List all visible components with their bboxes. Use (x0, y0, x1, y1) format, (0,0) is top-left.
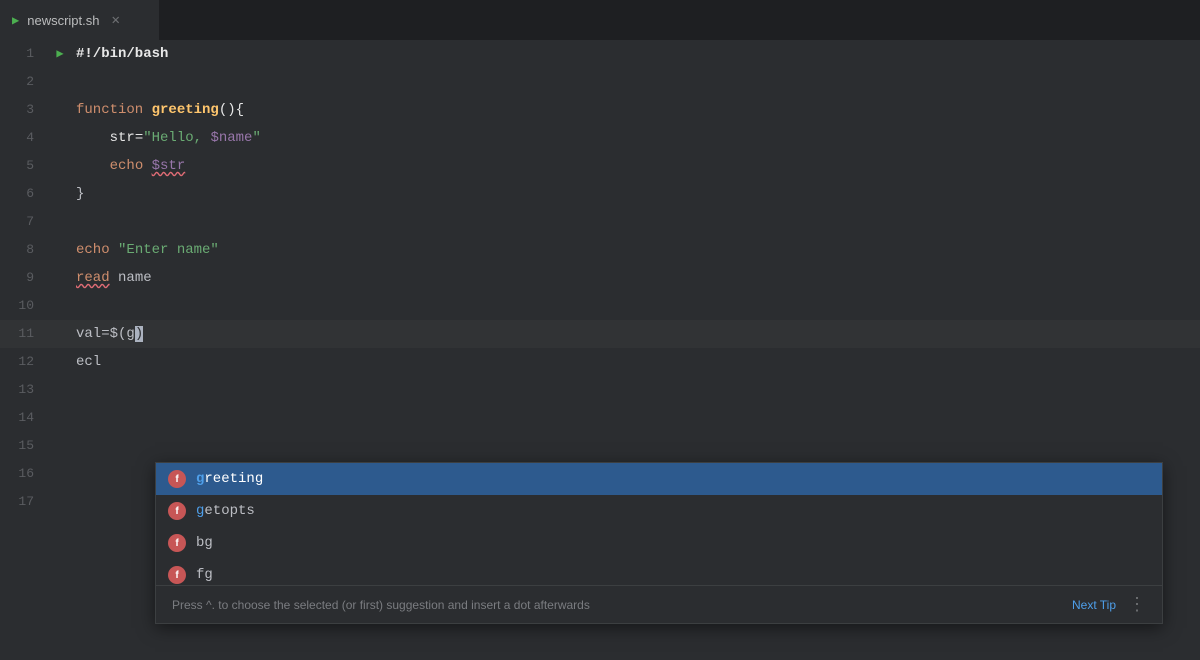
line-num-4: 4 (0, 124, 50, 152)
code-line-9: 9 read name (0, 264, 1200, 292)
line-content-1: #!/bin/bash (70, 40, 1200, 68)
autocomplete-item-getopts[interactable]: f getopts (156, 495, 1162, 527)
tab-close-button[interactable]: ✕ (111, 12, 119, 29)
tab-filename: newscript.sh (27, 13, 99, 28)
line-num-3: 3 (0, 96, 50, 124)
line-content-3: function greeting(){ (70, 96, 1200, 124)
autocomplete-label-getopts: getopts (196, 503, 255, 519)
code-line-8: 8 echo "Enter name" (0, 236, 1200, 264)
line-num-15: 15 (0, 432, 50, 460)
autocomplete-icon-greeting: f (168, 470, 186, 488)
code-line-10: 10 (0, 292, 1200, 320)
gutter-1: ▶ (50, 40, 70, 68)
line-num-5: 5 (0, 152, 50, 180)
autocomplete-icon-fg: f (168, 566, 186, 584)
line-content-8: echo "Enter name" (70, 236, 1200, 264)
autocomplete-label-fg: fg (196, 567, 213, 583)
autocomplete-label-greeting: greeting (196, 471, 263, 487)
line-content-12: ecl (70, 348, 1200, 376)
line-num-8: 8 (0, 236, 50, 264)
autocomplete-status-bar: Press ^. to choose the selected (or firs… (156, 585, 1162, 623)
code-line-3: 3 function greeting(){ (0, 96, 1200, 124)
line-content-5: echo $str (70, 152, 1200, 180)
code-line-7: 7 (0, 208, 1200, 236)
editor-tab[interactable]: ▶ newscript.sh ✕ (0, 0, 160, 40)
code-line-14: 14 (0, 404, 1200, 432)
line-num-1: 1 (0, 40, 50, 68)
run-indicator-icon: ▶ (12, 13, 19, 28)
autocomplete-item-bg[interactable]: f bg (156, 527, 1162, 559)
line-num-11: 11 (0, 320, 50, 348)
line-content-11: val=$(g) (70, 320, 1200, 348)
code-line-13: 13 (0, 376, 1200, 404)
code-line-4: 4 str="Hello, $name" (0, 124, 1200, 152)
line-num-9: 9 (0, 264, 50, 292)
autocomplete-dropdown[interactable]: f greeting f getopts f bg f fg f compgen… (155, 462, 1163, 624)
run-icon: ▶ (56, 40, 63, 68)
line-num-13: 13 (0, 376, 50, 404)
line-num-7: 7 (0, 208, 50, 236)
autocomplete-icon-getopts: f (168, 502, 186, 520)
code-line-6: 6 } (0, 180, 1200, 208)
code-line-5: 5 echo $str (0, 152, 1200, 180)
line-content-6: } (70, 180, 1200, 208)
line-content-4: str="Hello, $name" (70, 124, 1200, 152)
line-num-10: 10 (0, 292, 50, 320)
autocomplete-icon-bg: f (168, 534, 186, 552)
line-content-9: read name (70, 264, 1200, 292)
code-line-12: 12 ecl (0, 348, 1200, 376)
code-line-2: 2 (0, 68, 1200, 96)
code-line-1: 1 ▶ #!/bin/bash (0, 40, 1200, 68)
next-tip-button[interactable]: Next Tip (1072, 598, 1116, 612)
line-num-2: 2 (0, 68, 50, 96)
line-num-14: 14 (0, 404, 50, 432)
line-num-12: 12 (0, 348, 50, 376)
editor-area: 1 ▶ #!/bin/bash 2 3 function greeting(){… (0, 40, 1200, 660)
line-num-16: 16 (0, 460, 50, 488)
autocomplete-label-bg: bg (196, 535, 213, 551)
code-line-11: 11 val=$(g) (0, 320, 1200, 348)
tab-bar: ▶ newscript.sh ✕ (0, 0, 1200, 40)
hint-text: Press ^. to choose the selected (or firs… (172, 598, 1072, 612)
more-options-button[interactable]: ⋮ (1128, 594, 1146, 615)
line-num-6: 6 (0, 180, 50, 208)
autocomplete-item-greeting[interactable]: f greeting (156, 463, 1162, 495)
line-num-17: 17 (0, 488, 50, 516)
code-line-15: 15 (0, 432, 1200, 460)
